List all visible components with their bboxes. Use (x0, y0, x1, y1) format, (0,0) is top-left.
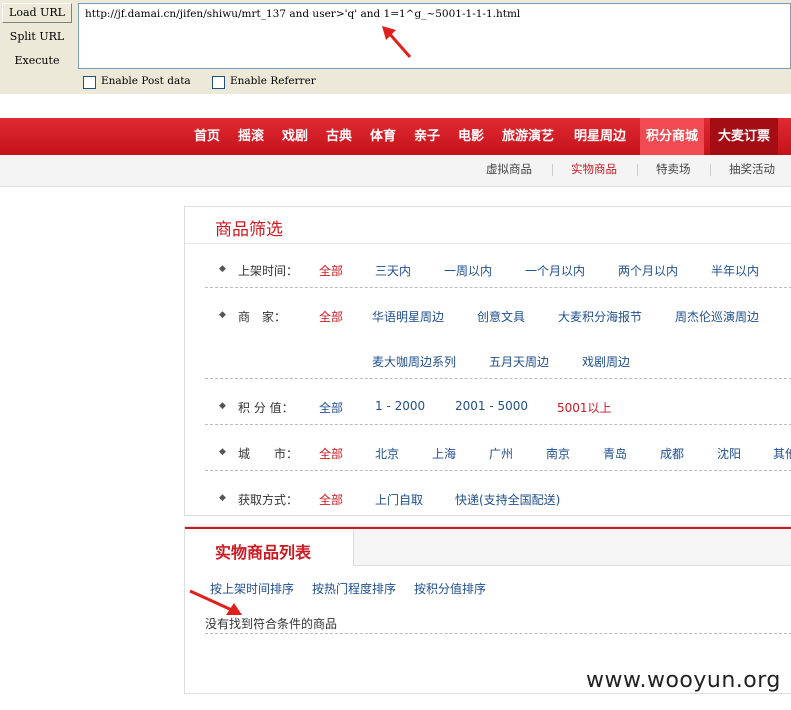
diamond-icon: ◆ (219, 493, 226, 503)
filter-row-city: ◆ 城 市： 全部 北京 上海 广州 南京 青岛 成都 沈阳 其他 (185, 436, 791, 470)
nav-item-home[interactable]: 首页 (194, 118, 220, 155)
filter-option[interactable]: 两个月以内 (618, 262, 678, 279)
filter-label: 积 分 值： (238, 401, 294, 415)
list-title: 实物商品列表 (215, 543, 312, 562)
subnav-separator (552, 164, 553, 176)
nav-item-classical[interactable]: 古典 (326, 118, 352, 155)
nav-item-travel[interactable]: 旅游演艺 (502, 118, 554, 155)
annotation-arrow-icon (189, 589, 242, 615)
filter-row-merchant: ◆ 商 家： 全部 华语明星周边 创意文具 大麦积分海报节 周杰伦巡演周边 (185, 299, 791, 333)
enable-referrer-label: Enable Referrer (230, 75, 316, 87)
filter-option[interactable]: 北京 (375, 445, 399, 462)
enable-post-label: Enable Post data (101, 75, 191, 87)
subnav-lottery[interactable]: 抽奖活动 (729, 155, 775, 186)
list-tab-bar (353, 529, 791, 566)
filter-option[interactable]: 麦大咖周边系列 (372, 353, 456, 370)
filter-label: 上架时间： (238, 264, 299, 278)
sort-by-popularity[interactable]: 按热门程度排序 (312, 580, 396, 597)
main-nav: 首页 摇滚 戏剧 古典 体育 亲子 电影 旅游演艺 明星周边 积分商城 大麦订票 (0, 118, 791, 155)
filter-option[interactable]: 一周以内 (444, 262, 492, 279)
nav-item-star[interactable]: 明星周边 (574, 118, 626, 155)
nav-item-rock[interactable]: 摇滚 (238, 118, 264, 155)
filter-label: 城 市： (238, 447, 299, 461)
diamond-icon: ◆ (219, 401, 226, 411)
filter-title: 商品筛选 (215, 220, 283, 240)
nav-item-family[interactable]: 亲子 (414, 118, 440, 155)
filter-option[interactable]: 成都 (660, 445, 684, 462)
filter-row-time: ◆ 上架时间： 全部 三天内 一周以内 一个月以内 两个月以内 半年以内 (185, 253, 791, 287)
filter-option[interactable]: 创意文具 (477, 308, 525, 325)
empty-message: 没有找到符合条件的商品 (205, 617, 338, 631)
sub-nav: 虚拟商品 实物商品 特卖场 抽奖活动 (0, 155, 791, 187)
split-url-button[interactable]: Split URL (2, 27, 72, 47)
filter-option[interactable]: 一个月以内 (525, 262, 585, 279)
filter-label: 获取方式： (238, 493, 299, 507)
filter-option[interactable]: 1 - 2000 (375, 399, 425, 413)
subnav-physical[interactable]: 实物商品 (571, 155, 617, 186)
filter-option[interactable]: 上门自取 (375, 491, 423, 508)
filter-option[interactable]: 戏剧周边 (582, 353, 630, 370)
divider (205, 470, 791, 471)
filter-option[interactable]: 全部 (319, 399, 343, 416)
filter-option[interactable]: 全部 (319, 491, 343, 508)
nav-item-drama[interactable]: 戏剧 (282, 118, 308, 155)
filter-option[interactable]: 上海 (432, 445, 456, 462)
divider (205, 424, 791, 425)
filter-option[interactable]: 全部 (319, 445, 343, 462)
divider (205, 287, 791, 288)
nav-item-sports[interactable]: 体育 (370, 118, 396, 155)
filter-option[interactable]: 广州 (489, 445, 513, 462)
enable-post-checkbox[interactable] (83, 76, 96, 89)
diamond-icon: ◆ (219, 264, 226, 274)
execute-button[interactable]: Execute (2, 51, 72, 71)
filter-option[interactable]: 沈阳 (717, 445, 741, 462)
filter-label: 商 家： (238, 310, 287, 324)
filter-option[interactable]: 周杰伦巡演周边 (675, 308, 759, 325)
filter-option[interactable]: 全部 (319, 262, 343, 279)
filter-option[interactable]: 青岛 (603, 445, 627, 462)
divider (185, 243, 791, 244)
filter-option[interactable]: 其他 (773, 445, 791, 462)
subnav-virtual[interactable]: 虚拟商品 (486, 155, 532, 186)
diamond-icon: ◆ (219, 310, 226, 320)
filter-row-merchant-2: 麦大咖周边系列 五月天周边 戏剧周边 (185, 344, 791, 378)
filter-row-points: ◆ 积 分 值： 全部 1 - 2000 2001 - 5000 5001以上 (185, 390, 791, 424)
url-input[interactable]: http://jf.damai.cn/jifen/shiwu/mrt_137 a… (78, 3, 791, 69)
filter-option[interactable]: 2001 - 5000 (455, 399, 528, 413)
divider (205, 378, 791, 379)
enable-referrer-checkbox[interactable] (212, 76, 225, 89)
filter-option[interactable]: 三天内 (375, 262, 411, 279)
annotation-arrow-icon (382, 26, 412, 58)
load-url-button[interactable]: Load URL (2, 3, 72, 23)
watermark: www.wooyun.org (586, 668, 781, 693)
filter-option-selected[interactable]: 5001以上 (557, 399, 612, 416)
subnav-sale[interactable]: 特卖场 (656, 155, 691, 186)
diamond-icon: ◆ (219, 447, 226, 457)
filter-panel: 商品筛选 ◆ 上架时间： 全部 三天内 一周以内 一个月以内 两个月以内 半年以… (184, 206, 791, 516)
divider (205, 633, 791, 634)
nav-item-points-mall[interactable]: 积分商城 (640, 118, 705, 155)
nav-item-movie[interactable]: 电影 (458, 118, 484, 155)
filter-option[interactable]: 快递(支持全国配送) (455, 491, 560, 508)
filter-option[interactable]: 半年以内 (711, 262, 759, 279)
subnav-separator (710, 164, 711, 176)
filter-option[interactable]: 全部 (319, 308, 343, 325)
nav-item-tickets[interactable]: 大麦订票 (710, 118, 779, 155)
filter-option[interactable]: 大麦积分海报节 (558, 308, 642, 325)
sort-by-points[interactable]: 按积分值排序 (414, 580, 486, 597)
filter-option[interactable]: 南京 (546, 445, 570, 462)
filter-row-method: ◆ 获取方式： 全部 上门自取 快递(支持全国配送) (185, 482, 791, 516)
subnav-separator (637, 164, 638, 176)
filter-option[interactable]: 五月天周边 (489, 353, 549, 370)
filter-option[interactable]: 华语明星周边 (372, 308, 444, 325)
